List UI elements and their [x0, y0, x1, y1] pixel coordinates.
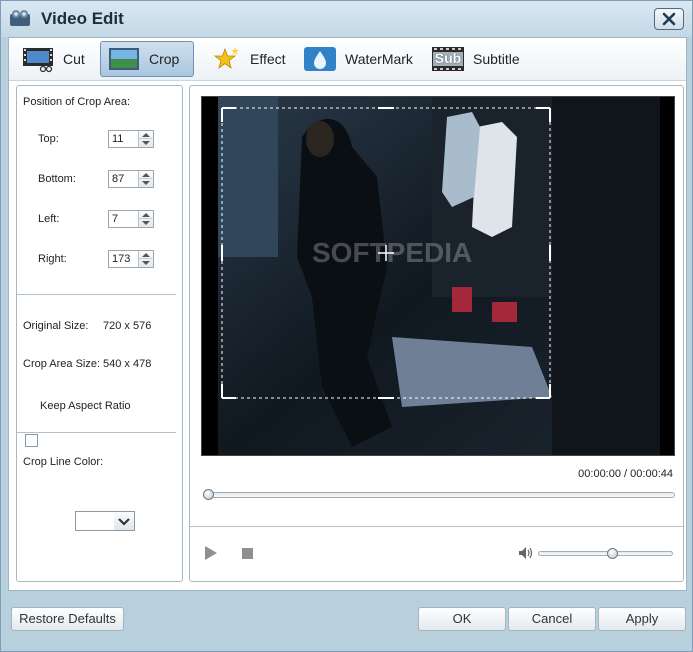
ok-button[interactable]: OK — [418, 607, 506, 631]
time-separator: / — [624, 468, 628, 480]
crop-settings-panel: Position of Crop Area: Top: 11 Bottom: 8… — [16, 85, 183, 582]
volume-slider[interactable] — [538, 548, 673, 559]
left-spinbox[interactable]: 7 — [108, 210, 154, 228]
top-label: Top: — [38, 133, 59, 145]
subtitle-icon-text: Sub — [434, 50, 462, 66]
title-bar: Video Edit — [1, 1, 692, 37]
video-preview[interactable]: SOFTPEDIA — [201, 96, 675, 456]
bottom-value: 87 — [112, 173, 125, 185]
bottom-spinbox[interactable]: 87 — [108, 170, 154, 188]
right-value: 173 — [112, 253, 131, 265]
bottom-spin-arrows[interactable] — [138, 171, 153, 187]
tab-watermark[interactable]: WaterMark — [297, 41, 417, 77]
color-swatch — [77, 513, 115, 529]
keep-aspect-ratio-checkbox[interactable] — [25, 434, 38, 447]
tab-subtitle-label: Subtitle — [473, 51, 520, 67]
seek-bar[interactable] — [203, 489, 675, 500]
divider — [17, 294, 176, 295]
top-spinbox[interactable]: 11 — [108, 130, 154, 148]
time-display: 00:00:00 / 00:00:44 — [578, 468, 673, 480]
crop-picture-icon — [109, 48, 139, 70]
keep-aspect-ratio-label: Keep Aspect Ratio — [40, 400, 131, 412]
chevron-down-icon — [118, 518, 130, 526]
restore-defaults-button[interactable]: Restore Defaults — [11, 607, 124, 631]
tab-effect[interactable]: Effect — [202, 41, 292, 77]
content-area: Cut Crop Effect WaterMark Sub Subtitle P… — [8, 37, 687, 591]
divider — [190, 526, 683, 527]
close-button[interactable] — [654, 8, 684, 30]
crop-area-size-value: 540 x 478 — [103, 358, 152, 370]
tab-bar: Cut Crop Effect WaterMark Sub Subtitle — [9, 38, 686, 81]
right-spinbox[interactable]: 173 — [108, 250, 154, 268]
tab-crop-label: Crop — [149, 51, 180, 67]
stars-icon — [213, 47, 239, 70]
top-value: 11 — [112, 133, 124, 145]
video-edit-window: Video Edit Cut Crop Effect WaterMark Sub… — [0, 0, 693, 652]
right-label: Right: — [38, 253, 67, 265]
left-label: Left: — [38, 213, 60, 225]
right-spin-arrows[interactable] — [138, 251, 153, 267]
current-time: 00:00:00 — [578, 468, 621, 480]
crop-line-color-label: Crop Line Color: — [23, 456, 104, 468]
volume-handle[interactable] — [607, 548, 618, 559]
crop-area-size-label: Crop Area Size: — [23, 358, 101, 370]
volume-icon[interactable] — [518, 546, 534, 560]
apply-button[interactable]: Apply — [598, 607, 686, 631]
left-value: 7 — [112, 213, 119, 225]
left-spin-arrows[interactable] — [138, 211, 153, 227]
water-drop-icon — [304, 47, 336, 71]
stop-button[interactable] — [242, 548, 253, 559]
bottom-label: Bottom: — [38, 173, 76, 185]
preview-panel: SOFTPEDIA 00:00:00 / 00:00:44 — [189, 85, 684, 582]
tab-cut-label: Cut — [63, 51, 85, 67]
app-logo-icon — [10, 10, 30, 26]
video-frame-image: SOFTPEDIA — [218, 97, 660, 455]
original-size-value: 720 x 576 — [103, 320, 152, 332]
top-spin-arrows[interactable] — [138, 131, 153, 147]
close-icon — [662, 12, 676, 26]
play-icon[interactable] — [203, 544, 219, 562]
color-dropdown-button[interactable] — [114, 512, 134, 530]
position-heading: Position of Crop Area: — [23, 96, 131, 108]
original-size-label: Original Size: — [23, 320, 89, 332]
total-time: 00:00:44 — [630, 468, 673, 480]
tab-subtitle[interactable]: Sub Subtitle — [425, 41, 535, 77]
subtitle-film-icon: Sub — [431, 45, 465, 73]
tab-effect-label: Effect — [250, 51, 286, 67]
tab-crop[interactable]: Crop — [100, 41, 194, 77]
divider — [17, 432, 176, 433]
crop-line-color-select[interactable] — [75, 511, 135, 531]
tab-watermark-label: WaterMark — [345, 51, 413, 67]
cancel-button[interactable]: Cancel — [508, 607, 596, 631]
window-title: Video Edit — [41, 9, 124, 28]
seek-handle[interactable] — [203, 489, 214, 500]
tab-cut[interactable]: Cut — [15, 41, 99, 77]
film-scissors-icon — [23, 48, 53, 73]
